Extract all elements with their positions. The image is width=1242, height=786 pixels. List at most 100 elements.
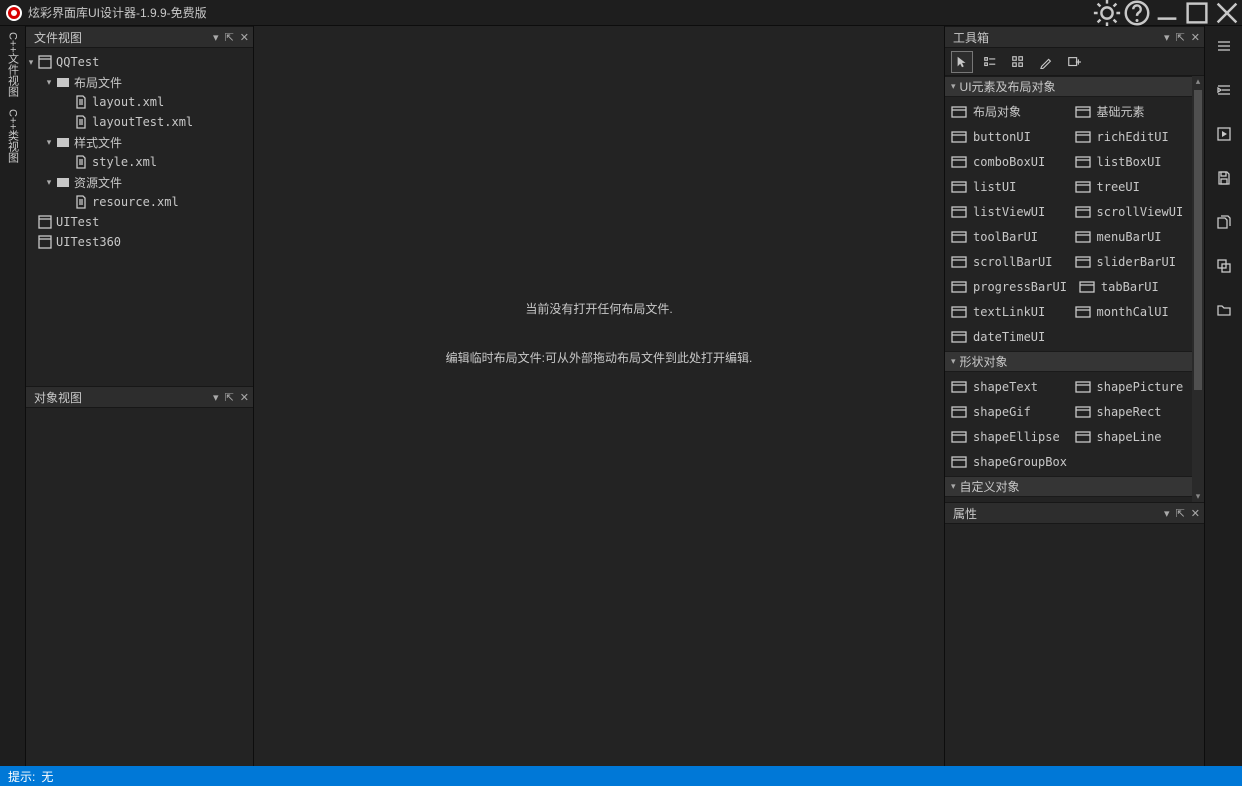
- toolbox-item[interactable]: monthCalUI: [1069, 299, 1193, 324]
- pin-icon[interactable]: ⇱: [225, 31, 234, 44]
- scrollbar-thumb[interactable]: [1194, 90, 1202, 390]
- vtab-class-view[interactable]: C++类视图: [3, 105, 23, 167]
- control-icon: [951, 205, 967, 219]
- toolbox-item[interactable]: sliderBarUI: [1069, 249, 1193, 274]
- maximize-button[interactable]: [1182, 0, 1212, 26]
- folder-icon[interactable]: [1208, 294, 1240, 326]
- toolbox-item[interactable]: dateTimeUI: [945, 324, 1069, 349]
- cursor-tool-button[interactable]: [951, 51, 973, 73]
- toolbox-item[interactable]: shapeEllipse: [945, 424, 1069, 449]
- toolbox-scrollbar[interactable]: [1192, 76, 1204, 502]
- tree-folder[interactable]: ▾样式文件: [26, 132, 253, 152]
- file-view-title: 文件视图: [34, 29, 82, 46]
- control-icon: [951, 455, 967, 469]
- control-icon: [951, 330, 967, 344]
- tree-folder[interactable]: ▾布局文件: [26, 72, 253, 92]
- toolbox-group-header[interactable]: ▾UI元素及布局对象: [945, 76, 1192, 97]
- indent-icon[interactable]: [1208, 74, 1240, 106]
- control-icon: [951, 180, 967, 194]
- help-icon[interactable]: [1122, 0, 1152, 26]
- title-bar: 炫彩界面库UI设计器-1.9.9-免费版: [0, 0, 1242, 26]
- toolbox-item[interactable]: richEditUI: [1069, 124, 1193, 149]
- list-tool-button[interactable]: [979, 51, 1001, 73]
- settings-icon[interactable]: [1092, 0, 1122, 26]
- control-icon: [951, 230, 967, 244]
- toolbox-item[interactable]: shapeGroupBox: [945, 449, 1073, 474]
- project-icon: [38, 55, 52, 69]
- save-icon[interactable]: [1208, 162, 1240, 194]
- status-label: 提示:: [8, 768, 35, 785]
- export-icon[interactable]: [1208, 250, 1240, 282]
- toolbox-item[interactable]: menuBarUI: [1069, 224, 1193, 249]
- toolbox-item[interactable]: comboBoxUI: [945, 149, 1069, 174]
- tree-file[interactable]: ·resource.xml: [26, 192, 253, 212]
- tree-file[interactable]: ·layoutTest.xml: [26, 112, 253, 132]
- toolbox-group-header[interactable]: ▾形状对象: [945, 351, 1192, 372]
- control-icon: [951, 380, 967, 394]
- tree-file[interactable]: ·layout.xml: [26, 92, 253, 112]
- toolbox-group-header[interactable]: ▾自定义对象: [945, 476, 1192, 497]
- minimize-button[interactable]: [1152, 0, 1182, 26]
- dropdown-icon[interactable]: ▾: [213, 391, 219, 404]
- control-icon: [1079, 280, 1095, 294]
- toolbox-item[interactable]: toolBarUI: [945, 224, 1069, 249]
- toolbox-item[interactable]: buttonUI: [945, 124, 1069, 149]
- toolbox-item[interactable]: scrollViewUI: [1069, 199, 1193, 224]
- toolbox-item[interactable]: textLinkUI: [945, 299, 1069, 324]
- properties-panel-header[interactable]: 属性 ▾ ⇱ ✕: [945, 502, 1204, 524]
- panel-close-icon[interactable]: ✕: [240, 31, 249, 44]
- tree-project[interactable]: ·UITest: [26, 212, 253, 232]
- panel-close-icon[interactable]: ✕: [1191, 507, 1200, 520]
- grid-tool-button[interactable]: [1007, 51, 1029, 73]
- control-icon: [1075, 205, 1091, 219]
- dropdown-icon[interactable]: ▾: [1164, 507, 1170, 520]
- toolbox-item[interactable]: 基础元素: [1069, 99, 1193, 124]
- edit-tool-button[interactable]: [1035, 51, 1057, 73]
- toolbox-item[interactable]: shapeGif: [945, 399, 1069, 424]
- toolbox-panel-header[interactable]: 工具箱 ▾ ⇱ ✕: [945, 26, 1204, 48]
- toolbox-item[interactable]: shapePicture: [1069, 374, 1193, 399]
- toolbox-item[interactable]: shapeLine: [1069, 424, 1193, 449]
- properties-title: 属性: [953, 505, 977, 522]
- toolbox-item[interactable]: shapeRect: [1069, 399, 1193, 424]
- editor-drop-area[interactable]: 当前没有打开任何布局文件. 编辑临时布局文件:可从外部拖动布局文件到此处打开编辑…: [254, 26, 944, 766]
- toolbox-item[interactable]: progressBarUI: [945, 274, 1073, 299]
- pin-icon[interactable]: ⇱: [1176, 31, 1185, 44]
- tree-project[interactable]: ·UITest360: [26, 232, 253, 252]
- object-view-body: [26, 408, 253, 766]
- tree-project[interactable]: ▾QQTest: [26, 52, 253, 72]
- toolbox-item[interactable]: treeUI: [1069, 174, 1193, 199]
- toolbox-item[interactable]: listBoxUI: [1069, 149, 1193, 174]
- control-icon: [1075, 155, 1091, 169]
- toolbox-item[interactable]: listViewUI: [945, 199, 1069, 224]
- pin-icon[interactable]: ⇱: [225, 391, 234, 404]
- window-controls: [1092, 0, 1242, 26]
- vtab-file-view[interactable]: C++文件视图: [3, 28, 23, 101]
- dropdown-icon[interactable]: ▾: [1164, 31, 1170, 44]
- tree-file[interactable]: ·style.xml: [26, 152, 253, 172]
- panel-close-icon[interactable]: ✕: [240, 391, 249, 404]
- file-tree[interactable]: ▾QQTest▾布局文件·layout.xml·layoutTest.xml▾样…: [26, 48, 253, 386]
- toolbox-item[interactable]: tabBarUI: [1073, 274, 1192, 299]
- save-all-icon[interactable]: [1208, 206, 1240, 238]
- toolbox-item[interactable]: shapeText: [945, 374, 1069, 399]
- control-icon: [951, 430, 967, 444]
- close-button[interactable]: [1212, 0, 1242, 26]
- toolbox-item[interactable]: 布局对象: [945, 99, 1069, 124]
- pin-icon[interactable]: ⇱: [1176, 507, 1185, 520]
- dropdown-icon[interactable]: ▾: [213, 31, 219, 44]
- control-icon: [1075, 380, 1091, 394]
- toolbox-item[interactable]: listUI: [945, 174, 1069, 199]
- new-tool-button[interactable]: [1063, 51, 1085, 73]
- tree-folder[interactable]: ▾资源文件: [26, 172, 253, 192]
- play-icon[interactable]: [1208, 118, 1240, 150]
- toolbox-item[interactable]: scrollBarUI: [945, 249, 1069, 274]
- hamburger-icon[interactable]: [1208, 30, 1240, 62]
- status-value: 无: [41, 768, 53, 785]
- object-view-panel-header[interactable]: 对象视图 ▾ ⇱ ✕: [26, 386, 253, 408]
- control-icon: [951, 105, 967, 119]
- panel-close-icon[interactable]: ✕: [1191, 31, 1200, 44]
- control-icon: [951, 405, 967, 419]
- file-view-panel-header[interactable]: 文件视图 ▾ ⇱ ✕: [26, 26, 253, 48]
- control-icon: [1075, 405, 1091, 419]
